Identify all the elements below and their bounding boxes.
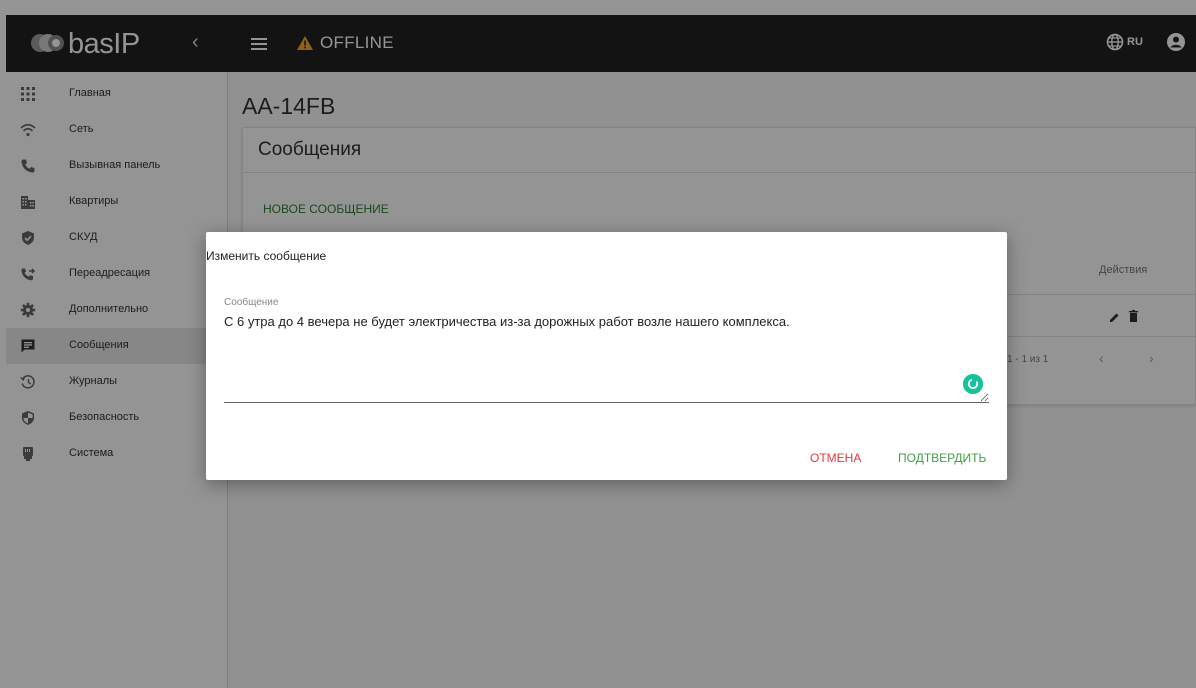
cancel-button[interactable]: ОТМЕНА [810, 451, 861, 465]
app-page: basIP ‹ OFFLINE RU Главная Сеть Вызывная… [0, 0, 1196, 688]
grammarly-icon[interactable] [963, 374, 983, 394]
message-field[interactable]: С 6 утра до 4 вечера не будет электричес… [224, 313, 989, 403]
edit-message-dialog: Изменить сообщение Сообщение С 6 утра до… [206, 232, 1007, 480]
dialog-title: Изменить сообщение [206, 249, 327, 263]
message-field-label: Сообщение [224, 297, 279, 308]
confirm-button[interactable]: ПОДТВЕРДИТЬ [898, 451, 986, 465]
